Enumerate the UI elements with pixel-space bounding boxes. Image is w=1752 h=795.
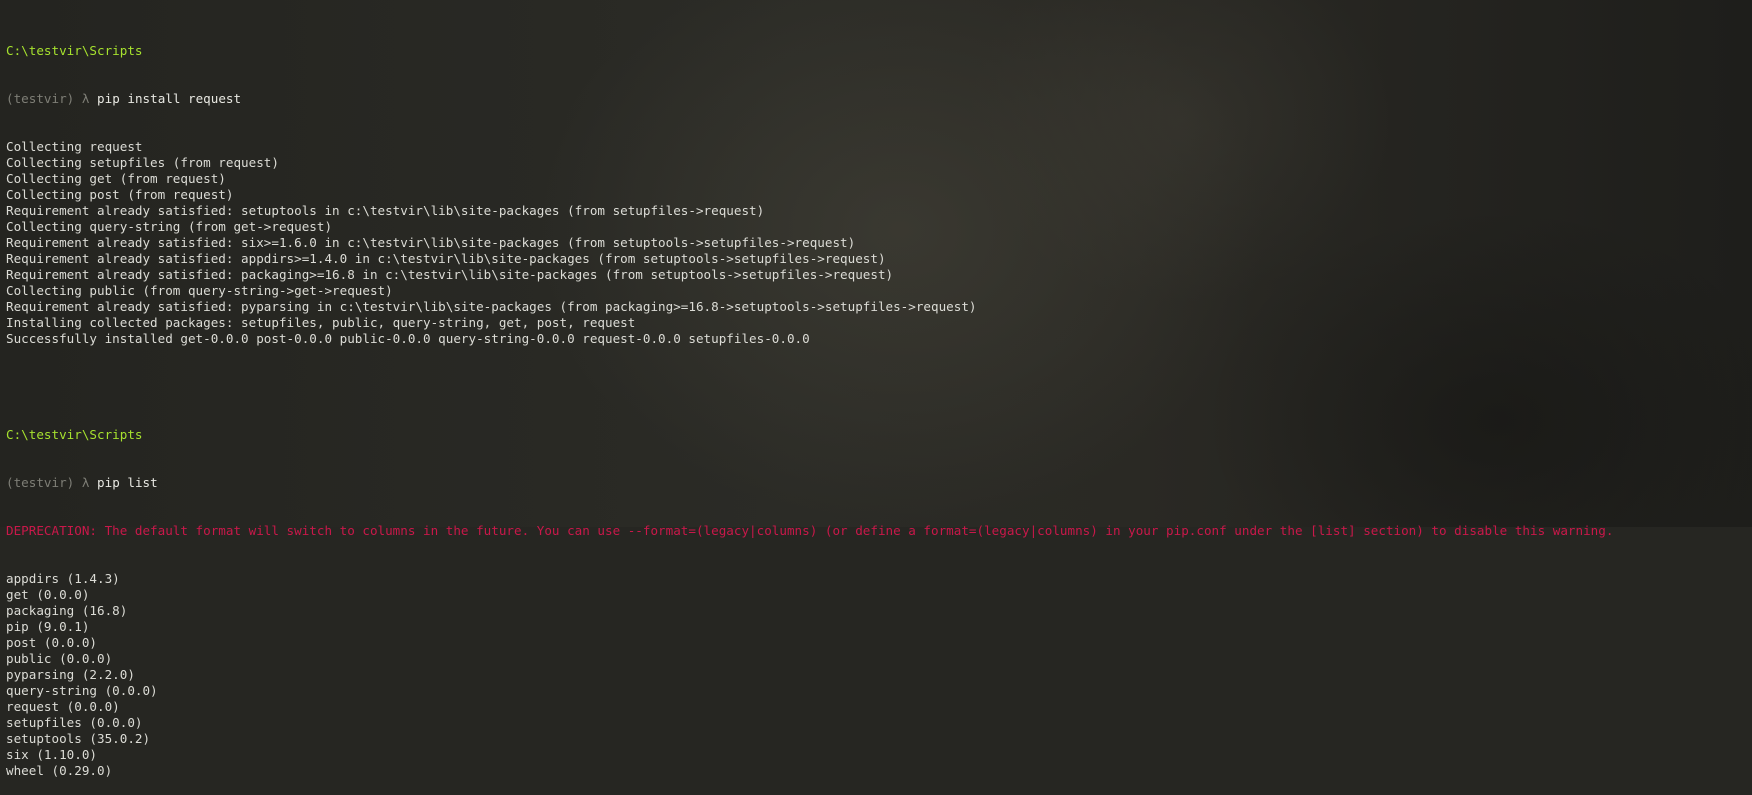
prompt-path: C:\testvir\Scripts — [6, 427, 143, 442]
scrollbar[interactable] — [1746, 0, 1752, 527]
output-line: Collecting public (from query-string->ge… — [6, 283, 393, 298]
command-output: Collecting request Collecting setupfiles … — [6, 139, 1746, 347]
output-line: Successfully installed get-0.0.0 post-0.… — [6, 331, 810, 346]
command-text: pip install request — [97, 91, 242, 106]
prompt-line: (testvir) λ pip install request — [6, 91, 1746, 107]
prompt-path: C:\testvir\Scripts — [6, 43, 143, 58]
package-list-item: pyparsing (2.2.0) — [6, 667, 135, 682]
output-line: Collecting get (from request) — [6, 171, 226, 186]
package-list-item: packaging (16.8) — [6, 603, 128, 618]
output-line: Collecting setupfiles (from request) — [6, 155, 279, 170]
output-line: Requirement already satisfied: setuptool… — [6, 203, 765, 218]
package-list-item: post (0.0.0) — [6, 635, 97, 650]
output-line: Requirement already satisfied: packaging… — [6, 267, 894, 282]
output-line: Requirement already satisfied: six>=1.6.… — [6, 235, 856, 250]
package-list-item: public (0.0.0) — [6, 651, 113, 666]
output-line: Collecting query-string (from get->reque… — [6, 219, 333, 234]
package-list-item: six (1.10.0) — [6, 747, 97, 762]
output-line: Collecting request — [6, 139, 143, 154]
output-line: Installing collected packages: setupfile… — [6, 315, 636, 330]
package-list-item: setupfiles (0.0.0) — [6, 715, 143, 730]
deprecation-warning: DEPRECATION: The default format will swi… — [6, 523, 1614, 538]
terminal-output[interactable]: C:\testvir\Scripts (testvir) λ pip insta… — [6, 11, 1746, 795]
package-list-item: appdirs (1.4.3) — [6, 571, 120, 586]
package-list-item: pip (9.0.1) — [6, 619, 90, 634]
package-list-item: request (0.0.0) — [6, 699, 120, 714]
output-line: Requirement already satisfied: pyparsing… — [6, 299, 977, 314]
venv-name: (testvir) — [6, 91, 75, 106]
lambda-prompt-icon: λ — [81, 91, 90, 106]
package-list: appdirs (1.4.3) get (0.0.0) packaging (16.… — [6, 571, 1746, 779]
package-list-item: query-string (0.0.0) — [6, 683, 158, 698]
command-text: pip list — [97, 475, 158, 490]
output-line: Requirement already satisfied: appdirs>=… — [6, 251, 886, 266]
prompt-line: (testvir) λ pip list — [6, 475, 1746, 491]
package-list-item: get (0.0.0) — [6, 587, 90, 602]
lambda-prompt-icon: λ — [81, 475, 90, 490]
package-list-item: setuptools (35.0.2) — [6, 731, 151, 746]
output-line: Collecting post (from request) — [6, 187, 234, 202]
package-list-item: wheel (0.29.0) — [6, 763, 113, 778]
venv-name: (testvir) — [6, 475, 75, 490]
